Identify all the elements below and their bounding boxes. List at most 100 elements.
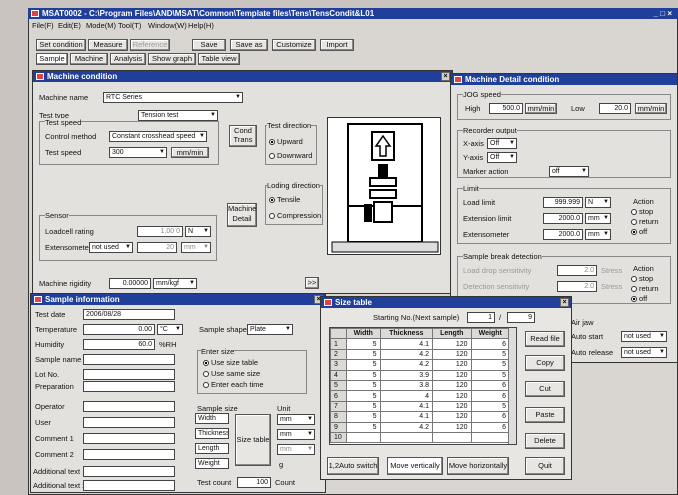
import-button[interactable]: Import (320, 39, 354, 51)
extensometer-select[interactable]: not used (89, 242, 133, 253)
length-cell[interactable]: 120 (431, 369, 472, 381)
high-speed-field[interactable]: 500.0 (489, 103, 523, 114)
control-method-select[interactable]: Constant crosshead speed (109, 131, 207, 142)
width-cell[interactable]: 5 (346, 421, 381, 433)
thickness-cell[interactable] (379, 431, 433, 444)
speed-unit-button[interactable]: mm/min (171, 147, 209, 158)
sample-name-field[interactable] (83, 354, 175, 365)
auto-switch-button[interactable]: 1,2Auto switch (327, 457, 379, 475)
length-cell[interactable]: 120 (431, 338, 472, 350)
cut-button[interactable]: Cut (525, 381, 565, 397)
table-row[interactable]: 10 (330, 431, 511, 444)
tab-analysis[interactable]: Analysis (110, 53, 146, 65)
close-icon[interactable]: × (441, 72, 450, 81)
width-cell[interactable]: 5 (346, 379, 381, 392)
test-date-field[interactable]: 2006/08/28 (83, 309, 175, 320)
break-stop-radio[interactable]: stop (631, 274, 653, 283)
copy-button[interactable]: Copy (525, 355, 565, 371)
table-row[interactable]: 9 5 4.2 120 6 (330, 421, 511, 433)
yaxis-select[interactable]: Off (487, 152, 517, 163)
width-cell[interactable]: 5 (346, 348, 381, 361)
loadcell-field[interactable]: 1.00 0 (137, 226, 183, 237)
tab-show-graph[interactable]: Show graph (148, 53, 196, 65)
table-row[interactable]: 5 5 3.8 120 6 (330, 379, 511, 392)
detect-field[interactable]: 2.0 (557, 281, 597, 292)
move-vertically-button[interactable]: Move vertically (387, 457, 443, 475)
comment2-field[interactable] (83, 449, 175, 460)
weight-cell[interactable]: 5 (470, 400, 511, 413)
table-row[interactable]: 7 5 4.1 120 5 (330, 400, 511, 413)
limit-return-radio[interactable]: return (631, 217, 659, 226)
tab-sample[interactable]: Sample (36, 53, 68, 65)
temperature-unit-select[interactable]: °C (157, 324, 183, 335)
thickness-field[interactable]: Thickness (195, 428, 229, 439)
low-speed-field[interactable]: 20.0 (599, 103, 631, 114)
weight-cell[interactable] (470, 431, 511, 444)
preparation-field[interactable] (83, 381, 175, 392)
table-row[interactable]: 3 5 4.2 120 5 (330, 359, 511, 371)
auto-start-select[interactable]: not used (621, 331, 667, 342)
thickness-cell[interactable]: 4.1 (379, 400, 433, 413)
thickness-cell[interactable]: 4.2 (379, 348, 433, 361)
break-off-radio[interactable]: off (631, 294, 647, 303)
use-same-size-radio[interactable]: Use same size (203, 369, 260, 378)
width-cell[interactable] (346, 431, 381, 444)
width-field[interactable]: Width (195, 413, 229, 424)
size-table-button[interactable]: Size table (235, 414, 271, 466)
load-unit-select[interactable]: N (585, 197, 611, 208)
save-button[interactable]: Save (192, 39, 226, 51)
length-cell[interactable]: 120 (431, 411, 472, 423)
thickness-cell[interactable]: 4.1 (379, 411, 433, 423)
length-cell[interactable]: 120 (431, 390, 472, 402)
limit-off-radio[interactable]: off (631, 227, 647, 236)
cond-trans-button[interactable]: Cond Trans (229, 125, 257, 147)
test-speed-select[interactable]: 300 (109, 147, 167, 158)
save-as-button[interactable]: Save as (230, 39, 268, 51)
thickness-cell[interactable]: 4 (379, 390, 433, 402)
humidity-field[interactable]: 60.0 (83, 339, 155, 350)
menu-edit[interactable]: Edit(E) (58, 21, 81, 30)
size-table-grid[interactable]: Width Thickness Length Weight 1 5 4.1 120 6 2… (329, 327, 517, 445)
measure-button[interactable]: Measure (88, 39, 128, 51)
rigidity-field[interactable]: 0.00000 (109, 278, 151, 289)
menu-file[interactable]: File(F) (32, 21, 54, 30)
table-scrollbar[interactable] (508, 328, 516, 444)
tab-machine[interactable]: Machine (70, 53, 108, 65)
additional2-field[interactable] (83, 480, 175, 491)
read-file-button[interactable]: Read file (525, 331, 565, 347)
extensometer-value[interactable]: 20 (137, 242, 177, 253)
width-unit-select[interactable]: mm (277, 414, 315, 425)
downward-radio[interactable]: Downward (269, 151, 312, 160)
window-controls[interactable]: _ □ × (654, 8, 672, 19)
ext-limit-field[interactable]: 2000.0 (543, 213, 583, 224)
menu-help[interactable]: Help(H) (188, 21, 214, 30)
high-unit-button[interactable]: mm/min (525, 103, 557, 114)
lot-field[interactable] (83, 369, 175, 380)
set-condition-button[interactable]: Set condition (36, 39, 86, 51)
width-cell[interactable]: 5 (346, 390, 381, 402)
break-return-radio[interactable]: return (631, 284, 659, 293)
user-field[interactable] (83, 417, 175, 428)
test-type-select[interactable]: Tension test (138, 110, 218, 121)
extensometer-limit-unit[interactable]: mm (585, 229, 611, 240)
operator-field[interactable] (83, 401, 175, 412)
weight-cell[interactable]: 6 (470, 338, 511, 350)
compression-radio[interactable]: Compression (269, 211, 321, 220)
rigidity-unit-select[interactable]: mm/kgf (153, 278, 197, 289)
menu-mode[interactable]: Mode(M) (86, 21, 116, 30)
length-cell[interactable]: 120 (431, 348, 472, 361)
table-row[interactable]: 8 5 4.1 120 6 (330, 411, 511, 423)
reference-button[interactable]: Reference (130, 39, 170, 51)
expand-button[interactable]: >> (305, 277, 319, 289)
width-cell[interactable]: 5 (346, 359, 381, 371)
load-drop-field[interactable]: 2.0 (557, 265, 597, 276)
weight-cell[interactable]: 6 (470, 390, 511, 402)
xaxis-select[interactable]: Off (487, 138, 517, 149)
menu-tool[interactable]: Tool(T) (118, 21, 141, 30)
sample-shape-select[interactable]: Plate (247, 324, 293, 335)
test-count-field[interactable]: 100 (237, 477, 271, 488)
additional1-field[interactable] (83, 466, 175, 477)
tab-table-view[interactable]: Table view (198, 53, 240, 65)
table-row[interactable]: 2 5 4.2 120 5 (330, 348, 511, 361)
machine-detail-button[interactable]: Machine Detail (227, 203, 257, 227)
